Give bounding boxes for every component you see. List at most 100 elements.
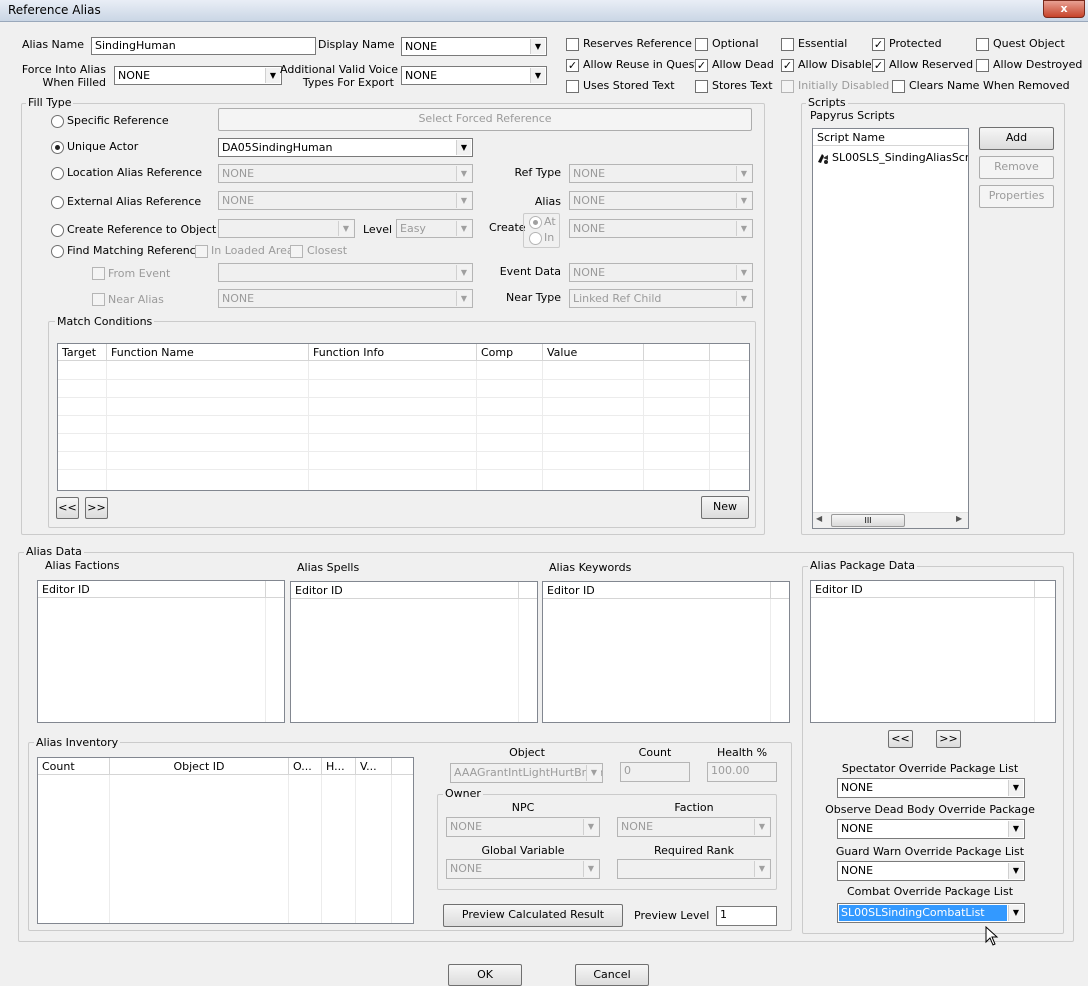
scroll-left-icon[interactable]: ◀ (816, 514, 822, 523)
unique-actor-select[interactable]: DA05SindingHuman ▼ (218, 138, 473, 157)
properties-button[interactable]: Properties (979, 185, 1054, 208)
from-event-checkbox[interactable] (92, 267, 105, 280)
flag-checkbox[interactable]: ✓ (695, 59, 708, 72)
create-reference-select[interactable]: ▼ (218, 219, 355, 238)
flag-checkbox[interactable] (976, 38, 989, 51)
in-loaded-area-checkbox[interactable] (195, 245, 208, 258)
close-button[interactable]: x (1043, 0, 1085, 18)
external-alias-radio[interactable] (51, 196, 64, 209)
chevron-down-icon: ▼ (736, 221, 751, 236)
global-variable-select[interactable]: NONE ▼ (446, 859, 600, 879)
alias-factions-list[interactable]: Editor ID (37, 580, 285, 723)
near-alias-checkbox[interactable] (92, 293, 105, 306)
cancel-button[interactable]: Cancel (575, 964, 649, 986)
voice-types-select[interactable]: NONE ▼ (401, 66, 547, 85)
flag-checkbox[interactable] (976, 59, 989, 72)
column-header[interactable]: Object ID (110, 758, 289, 775)
faction-select[interactable]: NONE ▼ (617, 817, 771, 837)
health-input[interactable]: 100.00 (707, 762, 777, 782)
guard-warn-override-select[interactable]: NONE ▼ (837, 861, 1025, 881)
column-header[interactable]: Function Name (107, 344, 309, 361)
papyrus-scripts-label: Papyrus Scripts (810, 109, 895, 122)
alias-name-input[interactable]: SindingHuman (91, 37, 316, 55)
column-header[interactable]: Editor ID (291, 582, 519, 599)
match-conditions-table[interactable]: Target Function Name Function Info Comp … (57, 343, 750, 491)
ref-type-select[interactable]: NONE ▼ (569, 164, 753, 183)
conditions-next-button[interactable]: >> (85, 497, 108, 519)
column-header[interactable]: Editor ID (811, 581, 1035, 598)
find-matching-radio[interactable] (51, 245, 64, 258)
ok-button[interactable]: OK (448, 964, 522, 986)
horizontal-scrollbar[interactable]: ◀ III ▶ (813, 512, 968, 528)
scroll-right-icon[interactable]: ▶ (956, 514, 962, 523)
npc-select[interactable]: NONE ▼ (446, 817, 600, 837)
event-data-select[interactable]: NONE ▼ (569, 263, 753, 282)
column-header[interactable]: V... (356, 758, 392, 775)
spectator-override-select[interactable]: NONE ▼ (837, 778, 1025, 798)
select-forced-reference-button[interactable]: Select Forced Reference (218, 108, 752, 131)
unique-actor-radio[interactable] (51, 141, 64, 154)
column-header[interactable]: Count (38, 758, 110, 775)
force-into-select[interactable]: NONE ▼ (114, 66, 282, 85)
display-name-select[interactable]: NONE ▼ (401, 37, 547, 56)
observe-dead-body-select[interactable]: NONE ▼ (837, 819, 1025, 839)
level-select[interactable]: Easy ▼ (396, 219, 473, 238)
preview-level-input[interactable]: 1 (716, 906, 777, 926)
alias-keywords-list[interactable]: Editor ID (542, 581, 790, 723)
unique-actor-label: Unique Actor (67, 140, 139, 153)
column-header[interactable]: Editor ID (38, 581, 266, 598)
add-script-button[interactable]: Add (979, 127, 1054, 150)
column-header[interactable]: Value (543, 344, 644, 361)
flag-checkbox[interactable] (566, 80, 579, 93)
combat-override-select[interactable]: SL00SLSindingCombatList ▼ (837, 903, 1025, 923)
conditions-new-button[interactable]: New (701, 496, 749, 519)
closest-checkbox[interactable] (290, 245, 303, 258)
flag-checkbox[interactable]: ✓ (872, 38, 885, 51)
alias-spells-list[interactable]: Editor ID (290, 581, 538, 723)
near-alias-select[interactable]: NONE ▼ (218, 289, 473, 308)
inventory-table[interactable]: Count Object ID O... H... V... (37, 757, 414, 924)
preview-calculated-result-button[interactable]: Preview Calculated Result (443, 904, 623, 927)
flag-checkbox[interactable] (892, 80, 905, 93)
count-input[interactable]: 0 (620, 762, 690, 782)
from-event-select[interactable]: ▼ (218, 263, 473, 282)
chevron-down-icon: ▼ (456, 140, 471, 155)
package-list[interactable]: Editor ID (810, 580, 1056, 723)
column-header[interactable]: Target (58, 344, 107, 361)
create-select[interactable]: NONE ▼ (569, 219, 753, 238)
flag-checkbox[interactable] (781, 38, 794, 51)
location-alias-radio[interactable] (51, 167, 64, 180)
specific-reference-radio[interactable] (51, 115, 64, 128)
package-next-button[interactable]: >> (936, 730, 961, 748)
flag-checkbox[interactable] (695, 80, 708, 93)
create-reference-radio[interactable] (51, 224, 64, 237)
flag-checkbox[interactable] (566, 38, 579, 51)
flag-checkbox[interactable]: ✓ (872, 59, 885, 72)
column-header[interactable]: Editor ID (543, 582, 771, 599)
near-type-select[interactable]: Linked Ref Child ▼ (569, 289, 753, 308)
column-header[interactable]: H... (322, 758, 356, 775)
conditions-prev-button[interactable]: << (56, 497, 79, 519)
column-header[interactable] (644, 344, 710, 361)
location-alias-select[interactable]: NONE ▼ (218, 164, 473, 183)
list-item[interactable]: SL00SLS_SindingAliasScript (815, 150, 968, 166)
flag-checkbox[interactable]: ✓ (781, 59, 794, 72)
object-select[interactable]: AAAGrantIntLightHurtBright ▼ (450, 763, 603, 783)
create-in-radio[interactable] (529, 232, 542, 245)
flag-checkbox[interactable] (695, 38, 708, 51)
required-rank-select[interactable]: ▼ (617, 859, 771, 879)
column-header[interactable]: Function Info (309, 344, 477, 361)
package-prev-button[interactable]: << (888, 730, 913, 748)
script-icon (818, 154, 828, 164)
column-header[interactable]: O... (289, 758, 322, 775)
flag-checkbox[interactable]: ✓ (566, 59, 579, 72)
alias-select[interactable]: NONE ▼ (569, 191, 753, 210)
flag-checkbox[interactable] (781, 80, 794, 93)
remove-script-button[interactable]: Remove (979, 156, 1054, 179)
scripts-list[interactable]: Script Name SL00SLS_SindingAliasScript ◀… (812, 128, 969, 529)
external-alias-select[interactable]: NONE ▼ (218, 191, 473, 210)
create-at-radio[interactable] (529, 216, 542, 229)
scroll-thumb[interactable]: III (831, 514, 905, 527)
column-header[interactable]: Script Name (813, 129, 968, 146)
column-header[interactable]: Comp (477, 344, 543, 361)
